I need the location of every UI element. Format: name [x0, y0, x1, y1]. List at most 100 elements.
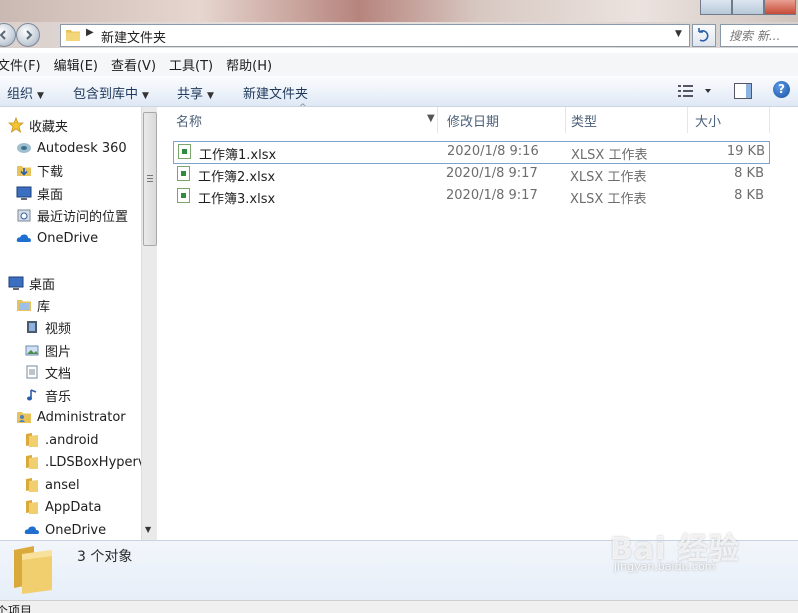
- scroll-down-icon[interactable]: ▼: [145, 525, 151, 534]
- nav-item[interactable]: OneDrive: [16, 228, 98, 248]
- file-name[interactable]: 工作簿1.xlsx: [199, 144, 276, 163]
- organize-button[interactable]: 组织 ▼: [7, 83, 44, 102]
- user-folder-icon: [16, 409, 32, 425]
- nav-item[interactable]: OneDrive: [24, 520, 106, 540]
- nav-item[interactable]: .android: [24, 430, 98, 450]
- folder-icon: [24, 477, 40, 493]
- nav-item[interactable]: 音乐: [24, 385, 71, 405]
- music-library-icon: [24, 387, 40, 403]
- nav-item[interactable]: 收藏夹: [7, 115, 69, 135]
- file-size: 19 KB: [726, 144, 765, 159]
- new-folder-button[interactable]: 新建文件夹: [243, 83, 308, 102]
- column-divider[interactable]: [687, 107, 688, 133]
- menu-tools[interactable]: 工具(T): [169, 55, 213, 74]
- nav-item[interactable]: 库: [16, 295, 50, 315]
- help-icon[interactable]: ?: [773, 81, 790, 98]
- onedrive-icon: [24, 522, 40, 538]
- nav-item-label: OneDrive: [45, 522, 107, 538]
- nav-item-label: 桌面: [37, 187, 64, 203]
- column-divider[interactable]: [769, 107, 770, 133]
- nav-item[interactable]: AppData: [24, 497, 101, 517]
- menu-help[interactable]: 帮助(H): [226, 55, 272, 74]
- folder-icon: [24, 432, 40, 448]
- nav-item[interactable]: 桌面: [8, 273, 55, 293]
- cloud-drive-icon: [16, 140, 32, 156]
- recent-places-icon: [16, 207, 32, 223]
- nav-item[interactable]: .LDSBoxHyperv: [24, 452, 141, 472]
- view-list-icon: [678, 85, 711, 97]
- navigation-scrollbar[interactable]: ▼: [141, 107, 157, 540]
- minimize-button[interactable]: [700, 0, 732, 15]
- nav-item-label: 文档: [45, 366, 72, 382]
- nav-item[interactable]: Autodesk 360: [16, 138, 127, 158]
- refresh-icon: [698, 28, 709, 42]
- forward-button[interactable]: [16, 23, 40, 47]
- nav-item[interactable]: ansel: [24, 475, 80, 495]
- caret-down-icon: ▼: [142, 91, 149, 101]
- address-bar[interactable]: ▶ 新建文件夹 ▼: [60, 24, 690, 47]
- library-icon: [16, 297, 32, 313]
- folder-icon: [24, 454, 40, 470]
- nav-item[interactable]: 图片: [24, 340, 71, 360]
- nav-item-label: Autodesk 360: [37, 140, 127, 156]
- column-header-modified[interactable]: 修改日期: [447, 107, 499, 133]
- menu-file[interactable]: 文件(F): [0, 55, 41, 74]
- refresh-button[interactable]: [692, 24, 716, 47]
- maximize-button[interactable]: [732, 0, 764, 15]
- preview-pane-icon: [746, 84, 751, 98]
- star-icon: [7, 116, 25, 133]
- file-modified: 2020/1/8 9:17: [446, 188, 538, 203]
- nav-item-label: ansel: [45, 477, 80, 493]
- menu-view[interactable]: 查看(V): [111, 55, 156, 74]
- nav-item[interactable]: 视频: [24, 317, 71, 337]
- scrollbar-thumb[interactable]: [143, 112, 157, 246]
- file-list-pane: ^ 名称 ▼ 修改日期 类型 大小 工作簿1.xlsx 2020/1/8 9:1…: [157, 103, 798, 540]
- nav-buttons: [0, 23, 48, 47]
- column-divider[interactable]: [437, 107, 438, 133]
- chevron-down-icon[interactable]: ▼: [675, 29, 682, 39]
- file-name[interactable]: 工作簿2.xlsx: [198, 166, 275, 185]
- nav-item[interactable]: Administrator: [16, 407, 126, 427]
- share-button[interactable]: 共享 ▼: [177, 83, 214, 102]
- pictures-library-icon: [24, 342, 40, 358]
- nav-item-label: 最近访问的位置: [37, 209, 129, 225]
- nav-item-label: 收藏夹: [29, 119, 69, 135]
- nav-item[interactable]: 下载: [16, 160, 63, 180]
- arrow-right-icon: [26, 30, 33, 40]
- menu-bar: 文件(F) 编辑(E) 查看(V) 工具(T) 帮助(H): [0, 53, 798, 76]
- include-library-button[interactable]: 包含到库中 ▼: [73, 83, 149, 102]
- file-size: 8 KB: [734, 166, 764, 181]
- preview-pane-button[interactable]: [734, 83, 752, 99]
- status-bar: 个项目: [0, 600, 798, 613]
- sort-ascending-icon: ^: [299, 103, 307, 113]
- view-options-button[interactable]: [678, 84, 712, 102]
- column-header-type[interactable]: 类型: [571, 107, 597, 133]
- nav-item[interactable]: 桌面: [16, 183, 63, 203]
- nav-item-label: Administrator: [37, 409, 126, 425]
- file-name[interactable]: 工作簿3.xlsx: [198, 188, 275, 207]
- back-button[interactable]: [0, 23, 16, 47]
- caret-down-icon: ▼: [37, 91, 44, 101]
- nav-item-label: 桌面: [29, 277, 56, 293]
- search-input[interactable]: 搜索 新...: [720, 24, 798, 47]
- file-row[interactable]: 工作簿2.xlsx 2020/1/8 9:17 XLSX 工作表 8 KB: [173, 164, 768, 185]
- file-row[interactable]: 工作簿1.xlsx 2020/1/8 9:16 XLSX 工作表 19 KB: [173, 141, 770, 164]
- nav-item[interactable]: 最近访问的位置: [16, 205, 128, 225]
- address-text[interactable]: 新建文件夹: [101, 27, 166, 46]
- nav-item-label: 图片: [45, 344, 72, 360]
- nav-item[interactable]: 文档: [24, 362, 71, 382]
- file-modified: 2020/1/8 9:16: [447, 144, 539, 159]
- column-header-name[interactable]: 名称: [176, 107, 202, 133]
- column-modified-label: 修改日期: [447, 114, 500, 130]
- close-button[interactable]: [764, 0, 796, 15]
- video-library-icon: [24, 319, 40, 335]
- column-divider[interactable]: [565, 107, 566, 133]
- file-row[interactable]: 工作簿3.xlsx 2020/1/8 9:17 XLSX 工作表 8 KB: [173, 186, 768, 207]
- file-type: XLSX 工作表: [571, 148, 648, 163]
- column-header-size[interactable]: 大小: [695, 107, 721, 133]
- nav-item-label: 视频: [45, 321, 72, 337]
- column-filter-icon[interactable]: ▼: [427, 113, 435, 124]
- file-type: XLSX 工作表: [570, 192, 647, 207]
- breadcrumb-arrow-icon[interactable]: ▶: [86, 27, 94, 38]
- menu-edit[interactable]: 编辑(E): [54, 55, 98, 74]
